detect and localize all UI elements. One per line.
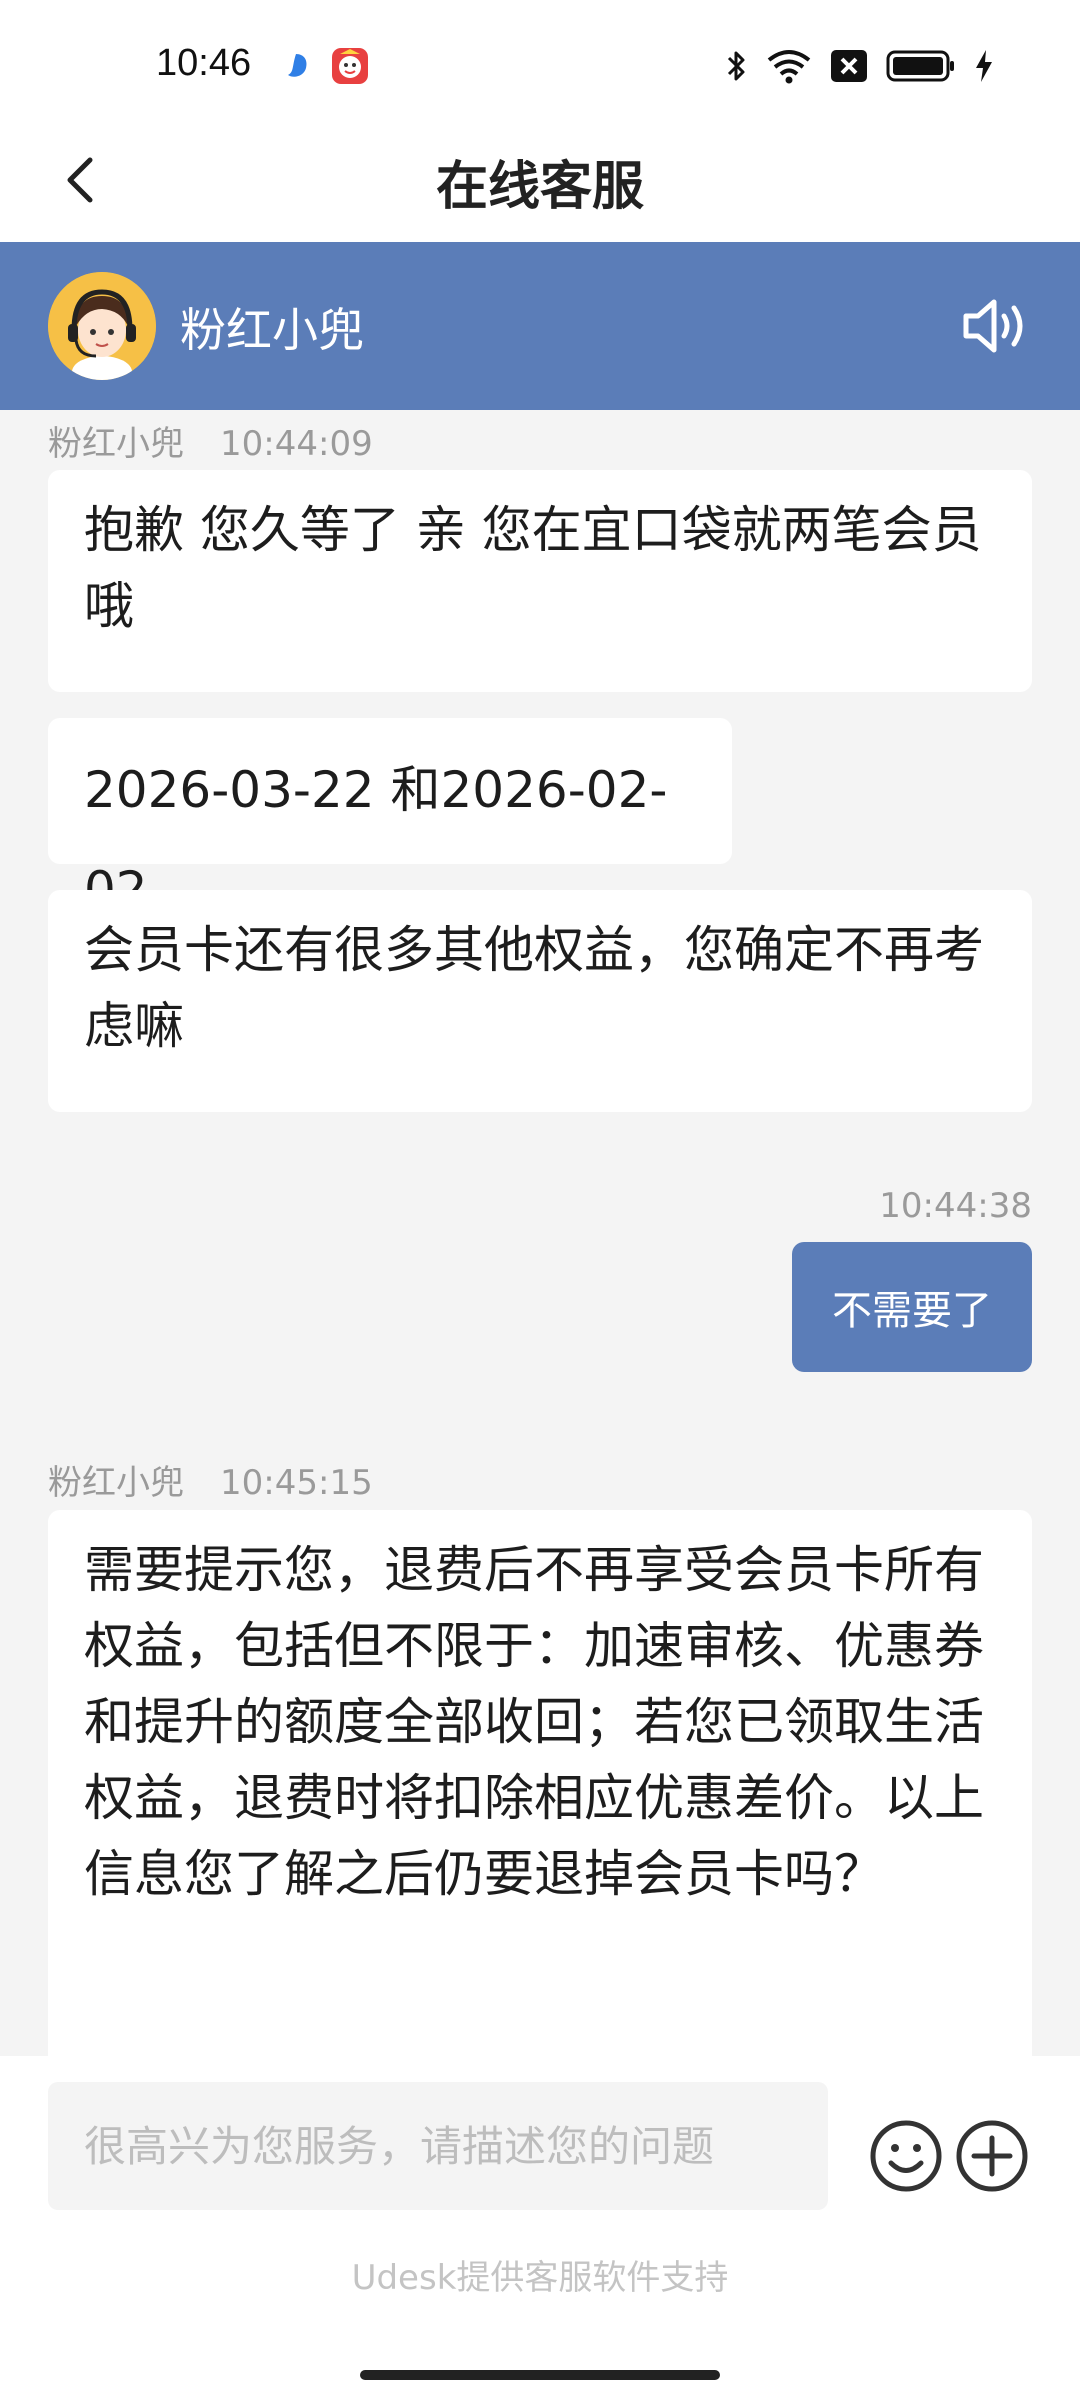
- agent-avatar-icon: [48, 272, 156, 380]
- message-time: 10:44:09: [220, 424, 373, 464]
- powered-by-text: Udesk提供客服软件支持: [351, 2258, 729, 2298]
- app-notification-icon: [288, 54, 307, 77]
- message-input[interactable]: [48, 2082, 828, 2210]
- message-bubble: 需要提示您，退费后不再享受会员卡所有权益，包括但不限于：加速审核、优惠券和提升的…: [48, 1510, 1032, 2056]
- message-meta: 粉红小兜 10:44:09: [48, 416, 373, 465]
- message-text: 需要提示您，退费后不再享受会员卡所有权益，包括但不限于：加速审核、优惠券和提升的…: [84, 1541, 984, 1903]
- user-message-bubble: 不需要了: [792, 1242, 1032, 1372]
- agent-name: 粉红小兜: [180, 303, 364, 357]
- agent-header: 粉红小兜: [0, 242, 1080, 410]
- sender-name: 粉红小兜: [48, 424, 184, 464]
- message-text: 不需要了: [832, 1288, 992, 1334]
- input-bar: Udesk提供客服软件支持: [0, 2056, 1080, 2400]
- message-text: 会员卡还有很多其他权益，您确定不再考虑嘛: [84, 921, 984, 1055]
- home-indicator[interactable]: [360, 2370, 720, 2380]
- nav-bar: 在线客服: [0, 120, 1080, 242]
- status-time: 10:46: [156, 42, 252, 84]
- page-title: 在线客服: [435, 157, 644, 217]
- message-time: 10:44:38: [879, 1186, 1032, 1226]
- message-bubble: 会员卡还有很多其他权益，您确定不再考虑嘛: [48, 890, 1032, 1112]
- message-text: 抱歉 您久等了 亲 您在宜口袋就两笔会员哦: [84, 501, 982, 635]
- chat-area[interactable]: 粉红小兜 10:44:09 抱歉 您久等了 亲 您在宜口袋就两笔会员哦 2026-…: [0, 410, 1080, 2056]
- app-notification-icon: [332, 48, 368, 84]
- message-time: 10:45:15: [220, 1463, 373, 1503]
- emoji-icon[interactable]: [868, 2118, 944, 2194]
- message-meta: 粉红小兜 10:45:15: [48, 1455, 373, 1504]
- speaker-icon[interactable]: [960, 290, 1032, 362]
- bluetooth-icon: [727, 51, 745, 81]
- status-icons: [726, 46, 994, 86]
- add-icon[interactable]: [954, 2118, 1030, 2194]
- battery-icon: [886, 50, 954, 82]
- wifi-icon: [767, 50, 811, 84]
- message-bubble: 2026-03-22 和2026-02-02: [48, 718, 732, 919]
- no-sim-icon: [831, 50, 867, 82]
- sender-name: 粉红小兜: [48, 1463, 184, 1503]
- agent-avatar: [48, 272, 156, 380]
- charging-icon: [976, 50, 992, 82]
- status-bar: 10:46: [0, 0, 1080, 120]
- message-bubble: 抱歉 您久等了 亲 您在宜口袋就两笔会员哦: [48, 470, 1032, 692]
